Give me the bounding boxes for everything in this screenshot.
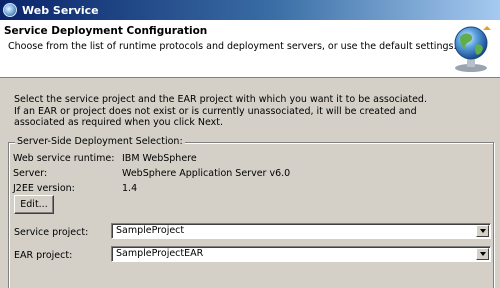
edit-button[interactable]: Edit... <box>14 195 54 214</box>
globe-icon <box>454 26 491 72</box>
j2ee-label: J2EE version: <box>13 183 75 194</box>
ear-project-value: SampleProjectEAR <box>116 248 204 259</box>
wizard-banner: Service Deployment Configuration Choose … <box>0 20 500 78</box>
chevron-down-icon[interactable] <box>476 248 489 260</box>
window-titlebar: Web Service <box>0 0 500 20</box>
instructions-text: Select the service project and the EAR p… <box>14 94 474 129</box>
page-description: Choose from the list of runtime protocol… <box>8 41 457 52</box>
service-project-combo[interactable]: SampleProject <box>111 223 491 239</box>
service-project-value: SampleProject <box>116 225 185 236</box>
j2ee-value: 1.4 <box>122 183 138 194</box>
content-area: Select the service project and the EAR p… <box>0 79 500 288</box>
window-title: Web Service <box>22 3 99 17</box>
deployment-selection-group: Server-Side Deployment Selection: Web se… <box>8 136 494 288</box>
runtime-label: Web service runtime: <box>13 153 115 164</box>
app-icon <box>3 3 17 17</box>
page-title: Service Deployment Configuration <box>4 25 208 37</box>
chevron-down-icon[interactable] <box>476 225 489 237</box>
group-label: Server-Side Deployment Selection: <box>15 136 185 147</box>
server-label: Server: <box>13 168 48 179</box>
ear-project-combo[interactable]: SampleProjectEAR <box>111 246 491 262</box>
runtime-value: IBM WebSphere <box>122 153 197 164</box>
ear-project-label: EAR project: <box>14 250 73 261</box>
instructions-line: Select the service project and the EAR p… <box>14 94 427 105</box>
server-value: WebSphere Application Server v6.0 <box>122 168 291 179</box>
instructions-line: associated as required when you click Ne… <box>14 117 223 128</box>
instructions-line: If an EAR or project does not exist or i… <box>14 105 417 117</box>
service-project-label: Service project: <box>14 227 89 238</box>
